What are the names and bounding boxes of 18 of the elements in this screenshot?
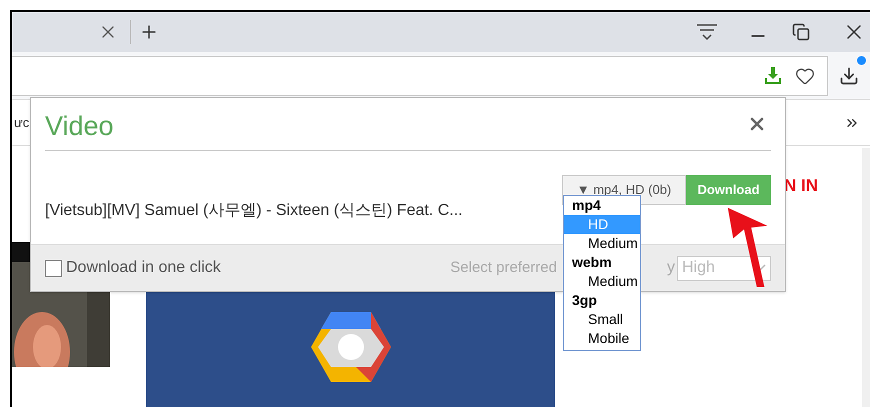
- format-group-label: webm: [571, 253, 613, 272]
- checkbox-label: Download in one click: [66, 258, 221, 278]
- download-icon[interactable]: [839, 66, 859, 86]
- download-tray-icon[interactable]: [763, 66, 783, 86]
- tab-list-icon[interactable]: [696, 23, 718, 41]
- heart-icon[interactable]: [795, 66, 815, 86]
- video-title: [Vietsub][MV] Samuel (사무엘) - Sixteen (식스틴) Feat. C...: [45, 200, 463, 220]
- quality-label: Select preferred: [450, 258, 557, 278]
- format-option[interactable]: Mobile: [564, 329, 640, 348]
- format-option[interactable]: Small: [564, 310, 640, 329]
- restore-icon[interactable]: [792, 23, 810, 41]
- format-group-label: 3gp: [571, 291, 598, 310]
- one-click-checkbox[interactable]: [45, 260, 62, 276]
- popup-title: Video: [45, 110, 114, 142]
- format-option[interactable]: Medium: [564, 234, 640, 253]
- format-option[interactable]: Medium: [564, 272, 640, 291]
- quality-label: y: [667, 258, 675, 278]
- bookmark-label[interactable]: ưc: [14, 112, 30, 132]
